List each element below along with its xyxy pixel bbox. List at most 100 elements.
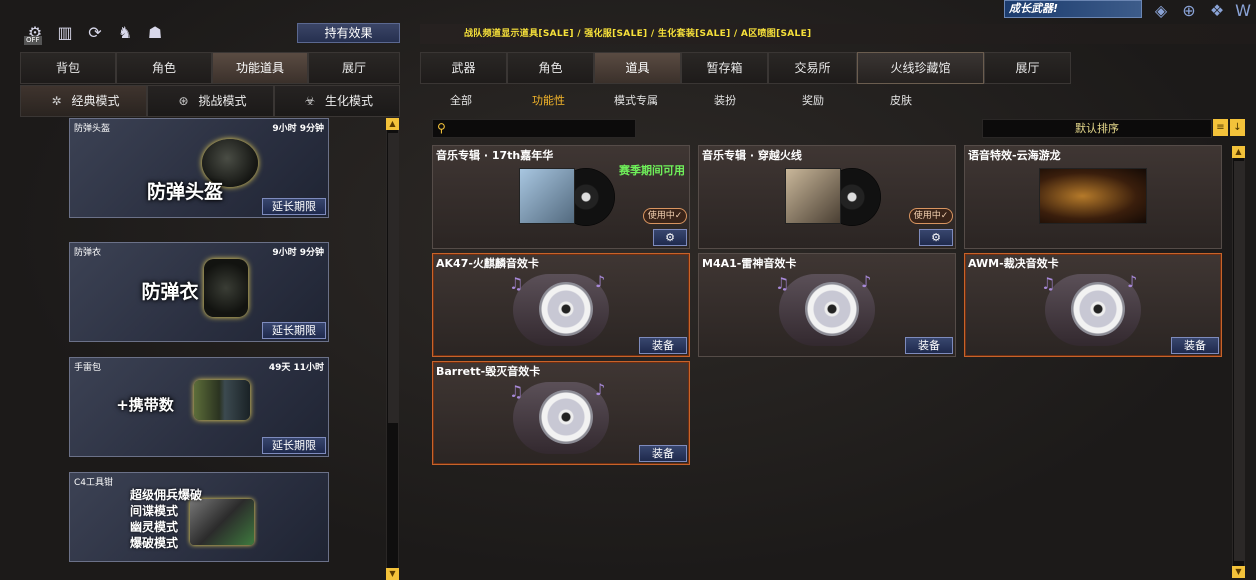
item-name: 防弹衣: [74, 248, 102, 258]
item-card[interactable]: AWM-裁决音效卡 ♫ ♪ 装备: [964, 253, 1222, 357]
crosshair-icon: ✲: [51, 94, 62, 108]
emblem-icon[interactable]: ❖: [1206, 0, 1228, 22]
tab-role[interactable]: 角色: [116, 52, 212, 84]
subtab-mode-exclusive[interactable]: 模式专属: [614, 92, 658, 108]
refresh-icon[interactable]: ⟳: [84, 22, 106, 44]
mode-line: 幽灵模式: [130, 520, 179, 534]
tab-storage[interactable]: 暂存箱: [681, 52, 768, 84]
search-icon: ⚲: [437, 121, 446, 135]
music-note-icon: ♪: [1127, 272, 1138, 291]
item-title: 防弹衣: [141, 281, 199, 303]
mode-line: 超级佣兵爆破: [130, 488, 203, 502]
settings-gear-button[interactable]: ⚙: [919, 229, 953, 246]
sort-direction-icon[interactable]: ↓: [1230, 119, 1245, 136]
album-cover: [785, 168, 841, 224]
music-note-icon: ♪: [595, 380, 606, 399]
sort-dropdown[interactable]: 默认排序: [982, 119, 1212, 138]
tab-collection-hall[interactable]: 火线珍藏馆: [857, 52, 984, 84]
chart-icon[interactable]: ▥: [54, 22, 76, 44]
status-text: 使用中: [913, 211, 941, 221]
list-item[interactable]: 防弹衣 9小时 9分钟 防弹衣 延长期限: [69, 242, 329, 342]
extend-button[interactable]: 延长期限: [262, 437, 326, 454]
item-name: 音乐专辑 · 17th嘉年华: [436, 149, 554, 162]
subtab-functional[interactable]: 功能性: [532, 92, 565, 108]
item-card[interactable]: 语音特效-云海游龙: [964, 145, 1222, 249]
search-input[interactable]: ⚲: [432, 119, 636, 138]
in-use-badge: 使用中✓: [909, 208, 953, 224]
music-note-icon: ♫: [509, 274, 524, 293]
mode-line: 爆破模式: [130, 536, 179, 550]
in-use-badge: 使用中✓: [643, 208, 687, 224]
scroll-thumb[interactable]: [388, 133, 399, 423]
item-name: AK47-火麒麟音效卡: [436, 257, 539, 270]
tab-biochem-mode[interactable]: ☣ 生化模式: [274, 85, 400, 117]
right-scrollbar[interactable]: ▲ ▼: [1232, 146, 1245, 578]
tab-role[interactable]: 角色: [507, 52, 594, 84]
item-card[interactable]: 音乐专辑 · 17th嘉年华 赛季期间可用 使用中✓ ⚙: [432, 145, 690, 249]
scroll-up-icon[interactable]: ▲: [1232, 146, 1245, 158]
equip-button[interactable]: 装备: [639, 445, 687, 462]
scroll-up-icon[interactable]: ▲: [386, 118, 399, 130]
equip-button[interactable]: 装备: [905, 337, 953, 354]
tab-challenge-mode[interactable]: ⊛ 挑战模式: [147, 85, 274, 117]
tab-bag[interactable]: 背包: [20, 52, 116, 84]
scroll-down-icon[interactable]: ▼: [386, 568, 399, 580]
growth-weapon-banner[interactable]: 成长武器!: [1004, 0, 1142, 18]
scroll-down-icon[interactable]: ▼: [1232, 566, 1245, 578]
logo-icon: W: [1235, 1, 1251, 20]
character-icon[interactable]: ♞: [114, 22, 136, 44]
item-time-left: 9小时 9分钟: [272, 248, 324, 258]
status-text: 使用中: [647, 211, 675, 221]
left-scrollbar[interactable]: ▲ ▼: [386, 118, 399, 580]
right-tab-bar: 武器 角色 道具 暂存箱 交易所 火线珍藏馆 展厅: [420, 52, 1071, 84]
equip-button[interactable]: 装备: [1171, 337, 1219, 354]
helmet-icon[interactable]: ☗: [144, 22, 166, 44]
subtab-all[interactable]: 全部: [450, 92, 472, 108]
music-note-icon: ♫: [775, 274, 790, 293]
extend-button[interactable]: 延长期限: [262, 198, 326, 215]
item-card[interactable]: M4A1-雷神音效卡 ♫ ♪ 装备: [698, 253, 956, 357]
extend-button[interactable]: 延长期限: [262, 322, 326, 339]
dragon-voice-picture: [1039, 168, 1147, 224]
item-title: +携带数: [116, 396, 174, 414]
list-item[interactable]: C4工具钳 超级佣兵爆破 间谍模式 幽灵模式 爆破模式: [69, 472, 329, 562]
item-name: C4工具钳: [74, 478, 114, 488]
subtab-outfit[interactable]: 装扮: [714, 92, 736, 108]
sort-list-icon[interactable]: ≡: [1213, 119, 1228, 136]
off-label: OFF: [24, 36, 42, 45]
biohazard-icon: ☣: [304, 94, 316, 108]
item-time-left: 49天 11小时: [268, 363, 324, 373]
tab-items[interactable]: 道具: [594, 52, 681, 84]
settings-gear-button[interactable]: ⚙: [653, 229, 687, 246]
tab-exchange[interactable]: 交易所: [768, 52, 857, 84]
vip-badge-icon[interactable]: ◈: [1150, 0, 1172, 22]
item-card[interactable]: Barrett-毁灭音效卡 ♫ ♪ 装备: [432, 361, 690, 465]
list-item[interactable]: 防弹头盔 9小时 9分钟 防弹头盔 延长期限: [69, 118, 329, 218]
sale-banner[interactable]: 战队频道显示道具[SALE] / 强化服[SALE] / 生化套装[SALE] …: [420, 24, 1256, 44]
tab-showroom[interactable]: 展厅: [984, 52, 1071, 84]
target-icon[interactable]: ⊕: [1178, 0, 1200, 22]
off-toggle-icon[interactable]: ⚙ OFF: [24, 22, 46, 45]
tab-classic-mode[interactable]: ✲ 经典模式: [20, 85, 147, 117]
item-card[interactable]: 音乐专辑 · 穿越火线 使用中✓ ⚙: [698, 145, 956, 249]
scroll-thumb[interactable]: [1234, 161, 1245, 561]
music-note-icon: ♪: [861, 272, 872, 291]
left-tab-bar: 背包 角色 功能道具 展厅: [20, 52, 400, 84]
subtab-reward[interactable]: 奖励: [802, 92, 824, 108]
list-item[interactable]: 手雷包 49天 11小时 +携带数 延长期限: [69, 357, 329, 457]
equip-button[interactable]: 装备: [639, 337, 687, 354]
item-card[interactable]: AK47-火麒麟音效卡 ♫ ♪ 装备: [432, 253, 690, 357]
tab-function-items[interactable]: 功能道具: [212, 52, 308, 84]
mode-line: 间谍模式: [130, 504, 179, 518]
game-shop-screen: ⚙ OFF ▥ ⟳ ♞ ☗ 持有效果 背包 角色 功能道具 展厅 ✲ 经典模式 ⊛ 挑…: [0, 0, 1256, 580]
holding-effect-button[interactable]: 持有效果: [297, 23, 400, 43]
tab-weapons[interactable]: 武器: [420, 52, 507, 84]
mode-label: 挑战模式: [198, 94, 247, 108]
item-name: AWM-裁决音效卡: [968, 257, 1059, 270]
item-name: 手雷包: [74, 363, 102, 373]
subtab-skin[interactable]: 皮肤: [890, 92, 912, 108]
tab-showroom[interactable]: 展厅: [308, 52, 400, 84]
item-name: 语音特效-云海游龙: [968, 149, 1061, 162]
mode-label: 生化模式: [324, 94, 373, 108]
owned-item-list: 防弹头盔 9小时 9分钟 防弹头盔 延长期限 防弹衣 9小时 9分钟 防弹衣 延…: [20, 118, 400, 580]
